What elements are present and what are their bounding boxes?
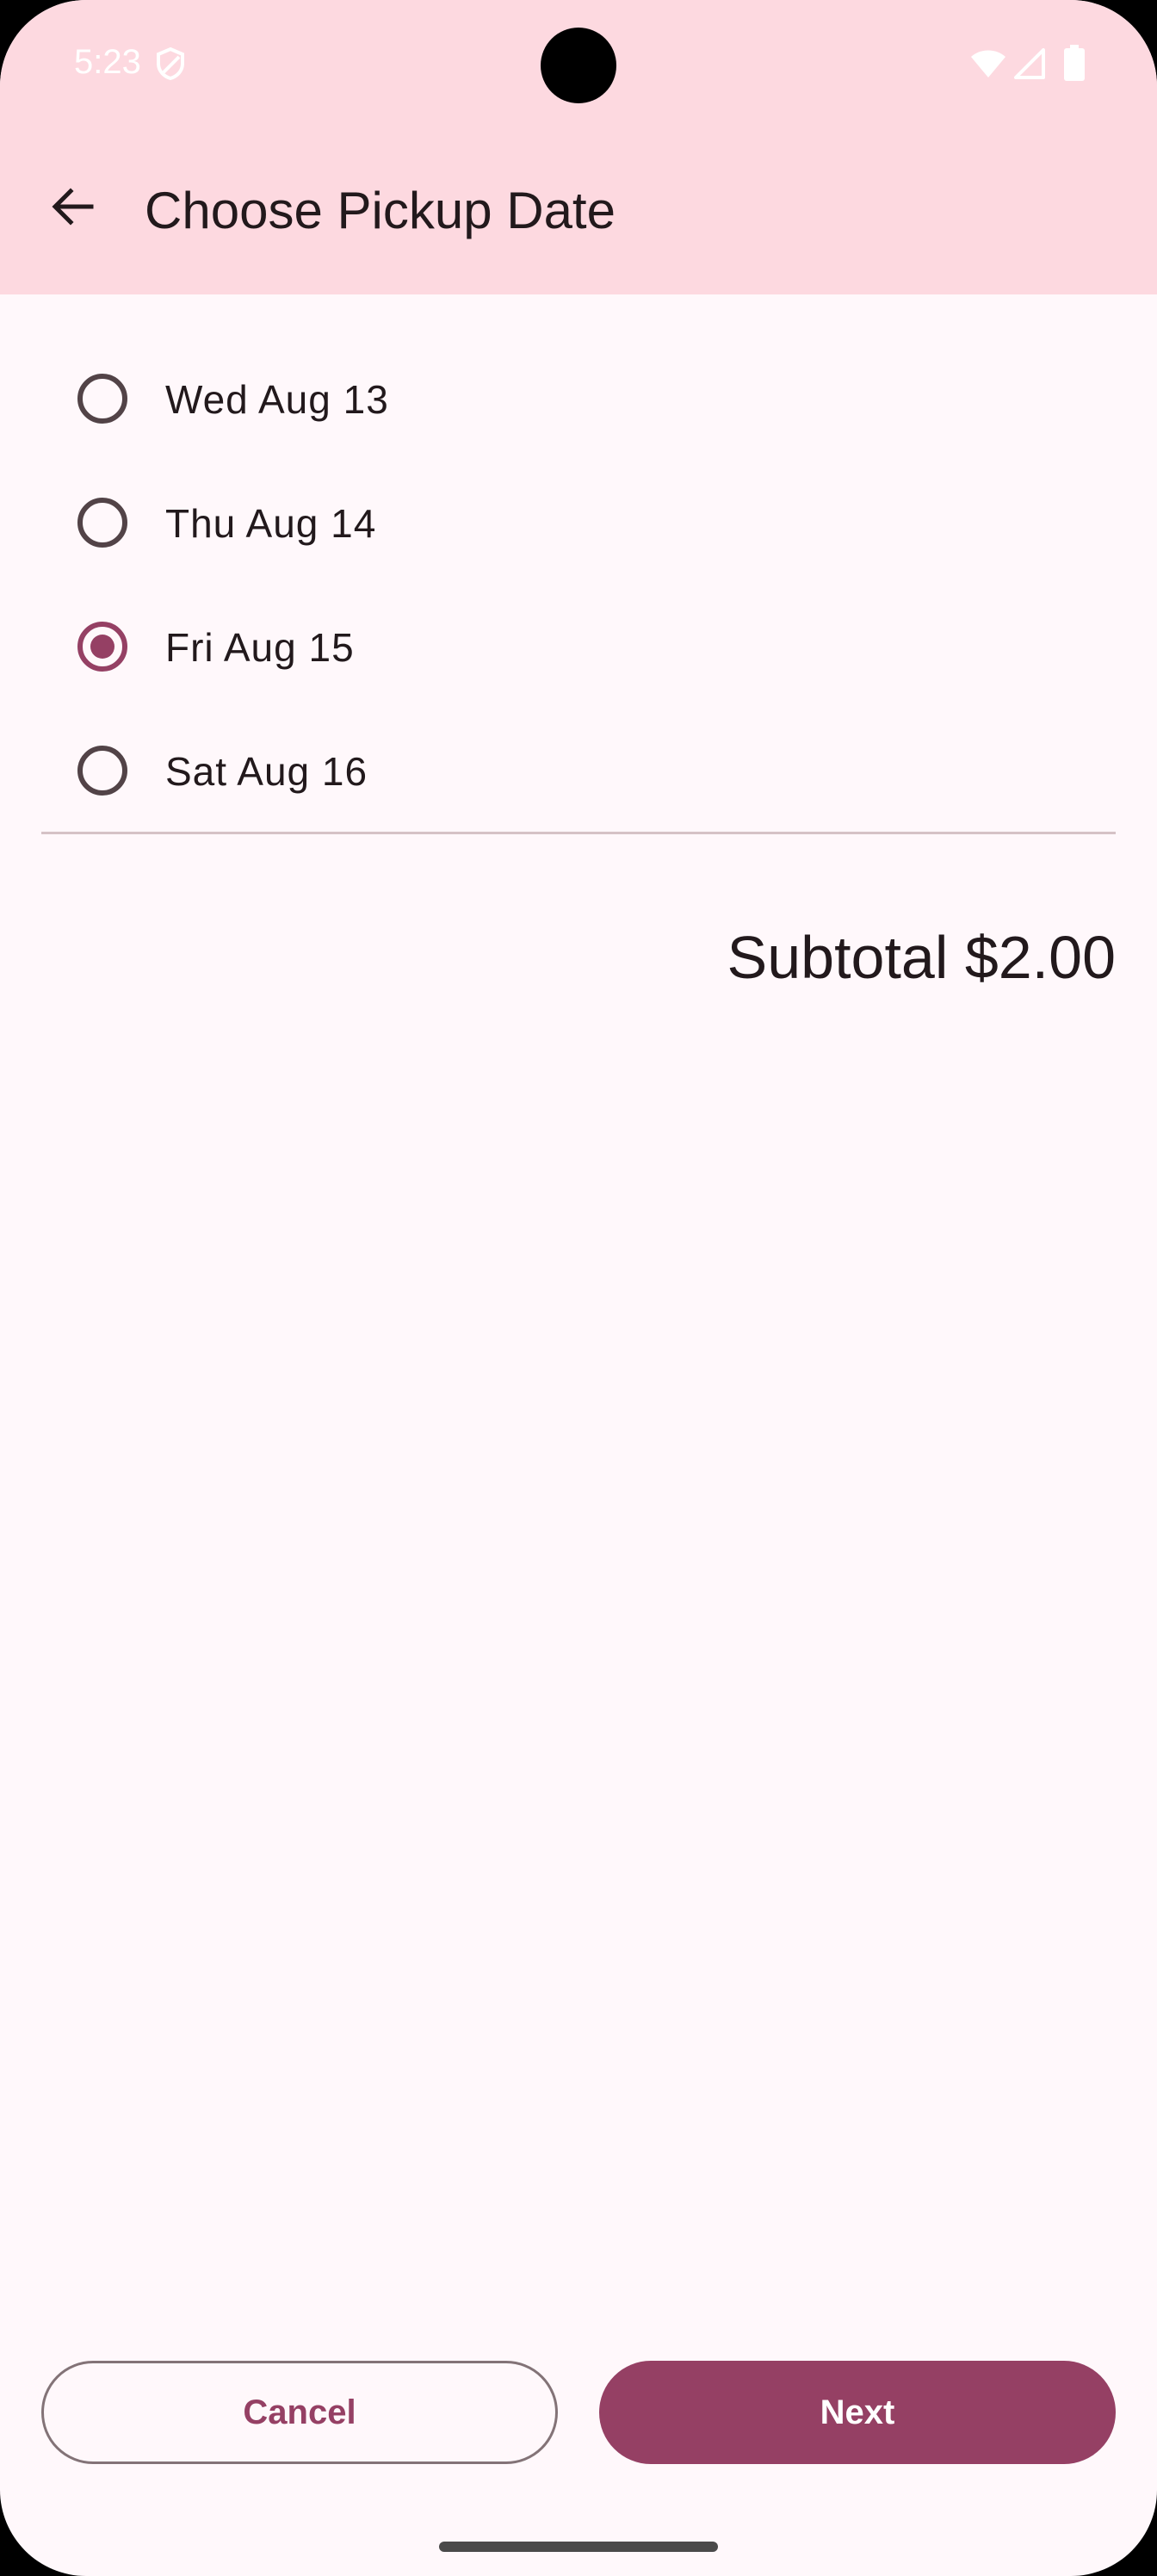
page-title: Choose Pickup Date — [145, 182, 616, 239]
wifi-icon — [971, 50, 1005, 77]
screen: 5:23 Choose Pickup Date Wed Aug 13 Thu A… — [0, 0, 1157, 2576]
date-option-label: Thu Aug 14 — [165, 501, 377, 546]
date-option-label: Wed Aug 13 — [165, 377, 389, 422]
radio-button-selected[interactable] — [77, 622, 127, 672]
date-option-1[interactable]: Thu Aug 14 — [0, 461, 1157, 585]
battery-icon — [1064, 45, 1085, 81]
date-option-label: Fri Aug 15 — [165, 625, 355, 670]
shield-icon — [157, 46, 184, 81]
divider — [41, 832, 1116, 834]
radio-button[interactable] — [77, 374, 127, 424]
next-button[interactable]: Next — [599, 2361, 1116, 2464]
status-time: 5:23 — [74, 43, 141, 81]
radio-button[interactable] — [77, 498, 127, 548]
signal-icon — [1014, 48, 1045, 79]
date-option-2[interactable]: Fri Aug 15 — [0, 585, 1157, 709]
cancel-button[interactable]: Cancel — [41, 2361, 558, 2464]
date-option-3[interactable]: Sat Aug 16 — [0, 709, 1157, 833]
date-option-label: Sat Aug 16 — [165, 749, 368, 794]
date-option-0[interactable]: Wed Aug 13 — [0, 337, 1157, 461]
arrow-back-icon — [52, 188, 94, 226]
back-button[interactable] — [38, 172, 107, 241]
subtotal-text: Subtotal $2.00 — [727, 924, 1116, 991]
top-app-bar: 5:23 Choose Pickup Date — [0, 0, 1157, 294]
camera-cutout — [541, 28, 616, 103]
home-indicator[interactable] — [439, 2542, 718, 2552]
radio-button[interactable] — [77, 746, 127, 796]
